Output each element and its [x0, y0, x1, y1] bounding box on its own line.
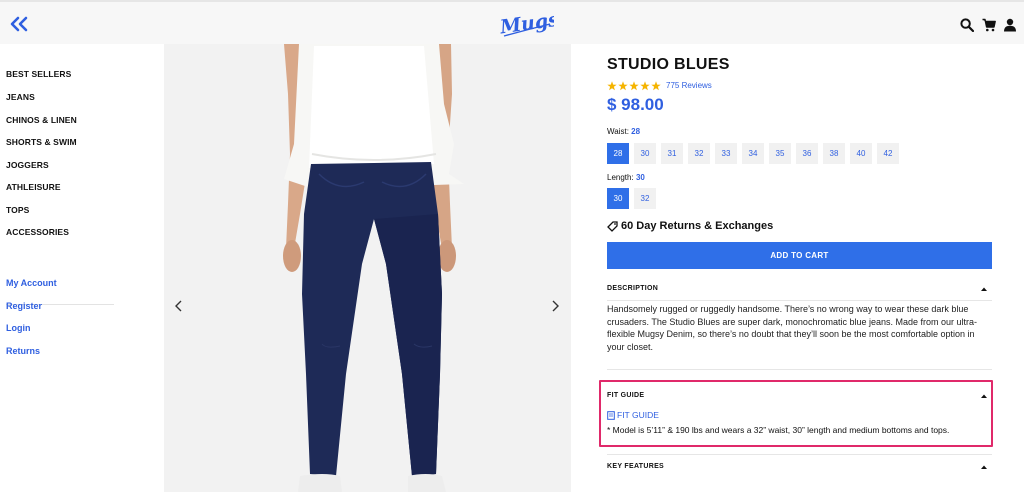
star-icon [651, 81, 661, 91]
product-price: $ 98.00 [607, 95, 664, 114]
sidebar: BEST SELLERS JEANS CHINOS & LINEN SHORTS… [0, 44, 124, 492]
login-link[interactable]: Login [6, 323, 31, 333]
sidebar-item-best-sellers[interactable]: BEST SELLERS [6, 69, 71, 79]
sidebar-item-athleisure[interactable]: ATHLEISURE [6, 182, 61, 192]
waist-size-options: 28 30 31 32 33 34 35 36 38 40 42 [607, 143, 899, 164]
waist-size-option-36[interactable]: 36 [796, 143, 818, 164]
returns-text: 60 Day Returns & Exchanges [621, 220, 774, 232]
my-account-link[interactable]: My Account [6, 278, 57, 288]
product-title: STUDIO BLUES [607, 56, 730, 73]
returns-link[interactable]: Returns [6, 346, 40, 356]
waist-size-option-28[interactable]: 28 [607, 143, 629, 164]
waist-selected-value: 28 [631, 127, 641, 136]
length-label-text: Length: [607, 173, 634, 182]
accordion-description-header[interactable]: DESCRIPTION [607, 280, 992, 300]
sidebar-item-tops[interactable]: TOPS [6, 205, 29, 215]
star-icon [607, 81, 617, 91]
double-chevron-left-icon[interactable] [10, 16, 28, 32]
waist-size-option-35[interactable]: 35 [769, 143, 791, 164]
accordion-divider [607, 300, 992, 301]
caret-up-icon [981, 465, 987, 469]
waist-size-option-30[interactable]: 30 [634, 143, 656, 164]
waist-size-option-38[interactable]: 38 [823, 143, 845, 164]
fit-guide-link[interactable]: FIT GUIDE [607, 410, 659, 420]
length-size-option-32[interactable]: 32 [634, 188, 656, 209]
waist-size-option-31[interactable]: 31 [661, 143, 683, 164]
product-photo-jeans-model [283, 44, 464, 492]
waist-size-option-42[interactable]: 42 [877, 143, 899, 164]
return-tag-icon [607, 220, 618, 232]
accordion-fit-guide-header[interactable]: FIT GUIDE [607, 387, 992, 407]
register-link[interactable]: Register [6, 301, 42, 311]
sidebar-item-shorts-swim[interactable]: SHORTS & SWIM [6, 137, 77, 147]
carousel-prev-arrow-icon[interactable] [174, 300, 184, 312]
sidebar-item-chinos-linen[interactable]: CHINOS & LINEN [6, 115, 77, 125]
waist-size-option-34[interactable]: 34 [742, 143, 764, 164]
mugsy-logo[interactable]: Mugsy [498, 6, 554, 42]
length-selected-value: 30 [635, 173, 645, 182]
description-title: DESCRIPTION [607, 285, 659, 292]
length-size-options: 30 32 [607, 188, 656, 209]
reviews-link[interactable]: 775 Reviews [666, 81, 712, 90]
returns-info: 60 Day Returns & Exchanges [607, 220, 773, 232]
length-size-option-30[interactable]: 30 [607, 188, 629, 209]
key-features-title: KEY FEATURES [607, 463, 665, 470]
caret-up-icon [981, 394, 987, 398]
star-icon [640, 81, 650, 91]
waist-size-option-33[interactable]: 33 [715, 143, 737, 164]
fit-guide-note: * Model is 5’11” & 190 lbs and wears a 3… [607, 425, 950, 435]
add-to-cart-button[interactable]: ADD TO CART [607, 242, 992, 269]
top-header: Mugsy [0, 0, 1024, 44]
length-label: Length: 30 [607, 173, 645, 182]
fit-guide-title: FIT GUIDE [607, 392, 645, 399]
waist-label: Waist: 28 [607, 127, 640, 136]
caret-up-icon [981, 287, 987, 291]
document-icon [607, 410, 615, 420]
accordion-divider [607, 454, 992, 455]
user-icon[interactable] [1003, 18, 1017, 32]
sidebar-item-joggers[interactable]: JOGGERS [6, 160, 49, 170]
sidebar-item-jeans[interactable]: JEANS [6, 92, 35, 102]
fit-guide-link-text: FIT GUIDE [617, 410, 659, 420]
sidebar-item-accessories[interactable]: ACCESSORIES [6, 227, 69, 237]
waist-size-option-40[interactable]: 40 [850, 143, 872, 164]
product-details: STUDIO BLUES 775 Reviews $ 98.00 Waist: … [599, 44, 993, 492]
carousel-next-arrow-icon[interactable] [550, 300, 560, 312]
accordion-divider [607, 369, 992, 370]
description-text: Handsomely rugged or ruggedly handsome. … [607, 304, 978, 352]
product-image-carousel[interactable] [164, 44, 571, 492]
waist-size-option-32[interactable]: 32 [688, 143, 710, 164]
cart-icon[interactable] [982, 18, 996, 32]
waist-label-text: Waist: [607, 127, 629, 136]
rating-stars [607, 81, 661, 91]
search-icon[interactable] [960, 18, 974, 32]
svg-text:Mugsy: Mugsy [498, 7, 554, 39]
accordion-key-features-header[interactable]: KEY FEATURES [607, 458, 992, 478]
star-icon [618, 81, 628, 91]
star-icon [629, 81, 639, 91]
